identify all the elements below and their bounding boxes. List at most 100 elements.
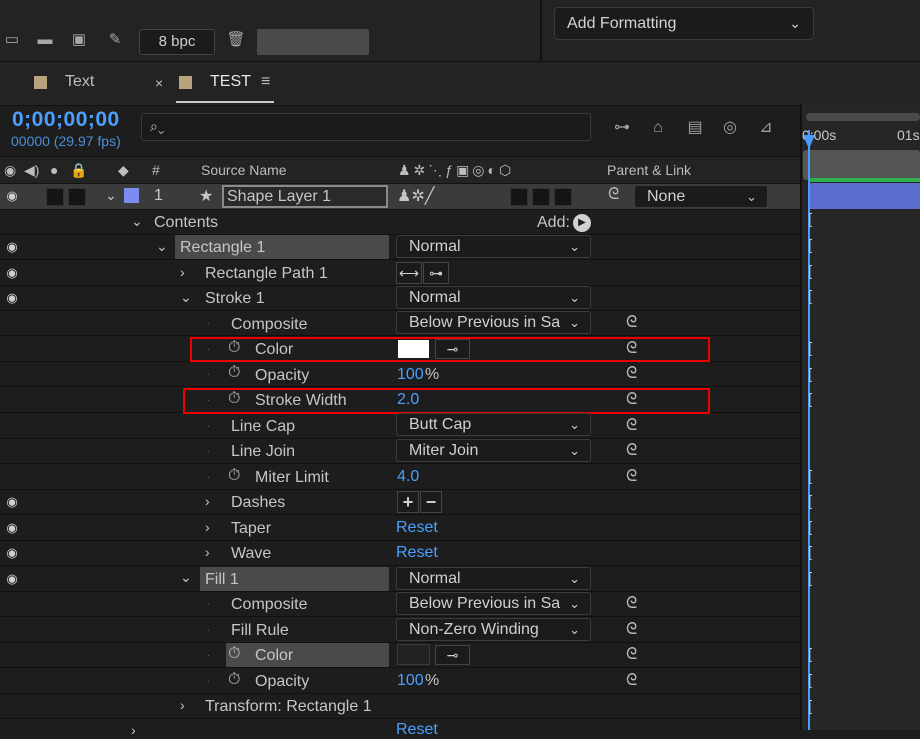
pickwhip-icon[interactable]: ᘓ xyxy=(626,442,637,460)
transform-label[interactable]: Transform: Rectangle 1 xyxy=(205,698,372,716)
chevron-right-icon[interactable]: › xyxy=(205,519,210,535)
folder-icon[interactable]: ▬ xyxy=(35,32,55,48)
chevron-down-icon[interactable]: ⌄ xyxy=(180,569,192,586)
tab-menu-icon[interactable]: ≡ xyxy=(261,73,270,91)
pen-icon[interactable]: ✎ xyxy=(105,32,125,48)
tab-test[interactable]: TEST xyxy=(210,73,251,91)
add-formatting-dropdown[interactable]: Add Formatting ⌄ xyxy=(554,7,814,40)
visibility-eye-icon[interactable]: ◉ xyxy=(3,493,21,511)
line-join-dropdown[interactable]: Miter Join ⌄ xyxy=(396,439,591,462)
opacity-value[interactable]: 100 xyxy=(397,366,424,384)
fill-opacity-value[interactable]: 100 xyxy=(397,672,424,690)
source-name-header[interactable]: Source Name xyxy=(201,162,287,178)
pickwhip-icon[interactable]: ᘓ xyxy=(626,595,637,613)
pickwhip-icon[interactable]: ᘓ xyxy=(626,621,637,639)
trash-icon[interactable]: 🗑 xyxy=(226,32,246,48)
bpc-button[interactable]: 8 bpc xyxy=(139,29,215,55)
path-direction-icon[interactable]: ⟷ xyxy=(396,262,422,284)
label-color-swatch[interactable] xyxy=(124,188,139,203)
wave-reset[interactable]: Reset xyxy=(396,544,438,562)
transform-reset[interactable]: Reset xyxy=(396,721,438,739)
stopwatch-icon[interactable]: ⏱ xyxy=(228,645,240,663)
add-play-icon[interactable]: ▶ xyxy=(573,214,591,232)
graph-editor-icon[interactable]: ⊿ xyxy=(753,117,779,139)
path-direction-reverse-icon[interactable]: ⊶ xyxy=(423,262,449,284)
work-area-bar[interactable] xyxy=(806,113,920,121)
shy-switch-icon[interactable]: ♟✲╱ xyxy=(397,186,434,206)
visibility-eye-icon[interactable]: ◉ xyxy=(3,519,21,537)
playhead-handle[interactable] xyxy=(803,135,815,149)
wave-label[interactable]: Wave xyxy=(231,545,271,563)
chevron-down-icon[interactable]: ⌄ xyxy=(105,187,117,204)
eyedropper-icon[interactable]: ⊸ xyxy=(435,645,470,665)
visibility-eye-icon[interactable]: ◉ xyxy=(3,264,21,282)
taper-label[interactable]: Taper xyxy=(231,520,271,538)
fill-color-swatch[interactable] xyxy=(397,644,430,665)
color-field[interactable] xyxy=(257,29,369,55)
layer-duration-bar[interactable] xyxy=(808,183,920,209)
fill-mode-dropdown[interactable]: Normal ⌄ xyxy=(396,567,591,590)
composite-dropdown[interactable]: Below Previous in Sa ⌄ xyxy=(396,311,591,334)
dashes-label[interactable]: Dashes xyxy=(231,494,285,512)
rectangle-label[interactable]: Rectangle 1 xyxy=(180,239,265,257)
stroke-width-value[interactable]: 2.0 xyxy=(397,391,419,409)
switch-box[interactable] xyxy=(554,188,572,206)
tab-text[interactable]: Text xyxy=(65,73,94,91)
chevron-down-icon[interactable]: ⌄ xyxy=(180,289,192,306)
switch-box[interactable] xyxy=(532,188,550,206)
pickwhip-icon[interactable]: ᘓ xyxy=(608,186,619,204)
draft-3d-icon[interactable]: ⌂ xyxy=(645,117,671,139)
visibility-eye-icon[interactable]: ◉ xyxy=(3,187,21,205)
composition-icon[interactable]: ▣ xyxy=(69,32,89,48)
parent-link-header[interactable]: Parent & Link xyxy=(607,162,691,178)
timecode[interactable]: 0;00;00;00 xyxy=(12,108,120,132)
search-input[interactable]: ⌕⌄ xyxy=(141,113,591,141)
pickwhip-icon[interactable]: ᘓ xyxy=(626,417,637,435)
fill-composite-dropdown[interactable]: Below Previous in Sa ⌄ xyxy=(396,592,591,615)
pickwhip-icon[interactable]: ᘓ xyxy=(626,672,637,690)
chevron-right-icon[interactable]: › xyxy=(180,697,185,713)
frame-blending-icon[interactable]: ▤ xyxy=(682,117,708,139)
chevron-right-icon[interactable]: › xyxy=(131,722,136,738)
switch-box[interactable] xyxy=(510,188,528,206)
stopwatch-icon[interactable]: ⏱ xyxy=(228,339,240,357)
rectangle-path-label[interactable]: Rectangle Path 1 xyxy=(205,265,328,283)
pickwhip-icon[interactable]: ᘓ xyxy=(626,314,637,332)
fill-rule-dropdown[interactable]: Non-Zero Winding ⌄ xyxy=(396,618,591,641)
visibility-eye-icon[interactable]: ◉ xyxy=(3,544,21,562)
stopwatch-icon[interactable]: ⏱ xyxy=(228,364,240,382)
motion-blur-icon[interactable]: ◎ xyxy=(717,117,743,139)
render-queue-icon[interactable]: ▭ xyxy=(2,32,22,48)
visibility-eye-icon[interactable]: ◉ xyxy=(3,570,21,588)
line-cap-dropdown[interactable]: Butt Cap ⌄ xyxy=(396,413,591,436)
stopwatch-icon[interactable]: ⏱ xyxy=(228,467,240,485)
stroke-label[interactable]: Stroke 1 xyxy=(205,290,265,308)
add-dash-icon[interactable]: + xyxy=(397,491,419,513)
stroke-mode-dropdown[interactable]: Normal ⌄ xyxy=(396,286,591,309)
tab-close-icon[interactable]: × xyxy=(155,75,163,91)
miter-limit-value[interactable]: 4.0 xyxy=(397,468,419,486)
pickwhip-icon[interactable]: ᘓ xyxy=(626,340,637,358)
chevron-right-icon[interactable]: › xyxy=(180,264,185,280)
visibility-eye-icon[interactable]: ◉ xyxy=(3,238,21,256)
eyedropper-icon[interactable]: ⊸ xyxy=(435,339,470,359)
layer-name-field[interactable]: Shape Layer 1 xyxy=(222,185,388,208)
visibility-eye-icon[interactable]: ◉ xyxy=(3,289,21,307)
parent-dropdown[interactable]: None ⌄ xyxy=(634,185,768,208)
solo-toggle[interactable] xyxy=(46,188,64,206)
composition-flowchart-icon[interactable]: ⊶ xyxy=(609,117,635,139)
pickwhip-icon[interactable]: ᘓ xyxy=(626,365,637,383)
chevron-right-icon[interactable]: › xyxy=(205,493,210,509)
remove-dash-icon[interactable]: − xyxy=(420,491,442,513)
lock-toggle[interactable] xyxy=(68,188,86,206)
pickwhip-icon[interactable]: ᘓ xyxy=(626,646,637,664)
stopwatch-icon[interactable]: ⏱ xyxy=(228,390,240,408)
pickwhip-icon[interactable]: ᘓ xyxy=(626,391,637,409)
timeline-header-bar[interactable] xyxy=(803,150,920,180)
stopwatch-icon[interactable]: ⏱ xyxy=(228,671,240,689)
chevron-down-icon[interactable]: ⌄ xyxy=(131,213,143,230)
stroke-color-swatch[interactable] xyxy=(398,340,429,358)
taper-reset[interactable]: Reset xyxy=(396,519,438,537)
chevron-right-icon[interactable]: › xyxy=(205,544,210,560)
fill-label[interactable]: Fill 1 xyxy=(205,571,239,589)
